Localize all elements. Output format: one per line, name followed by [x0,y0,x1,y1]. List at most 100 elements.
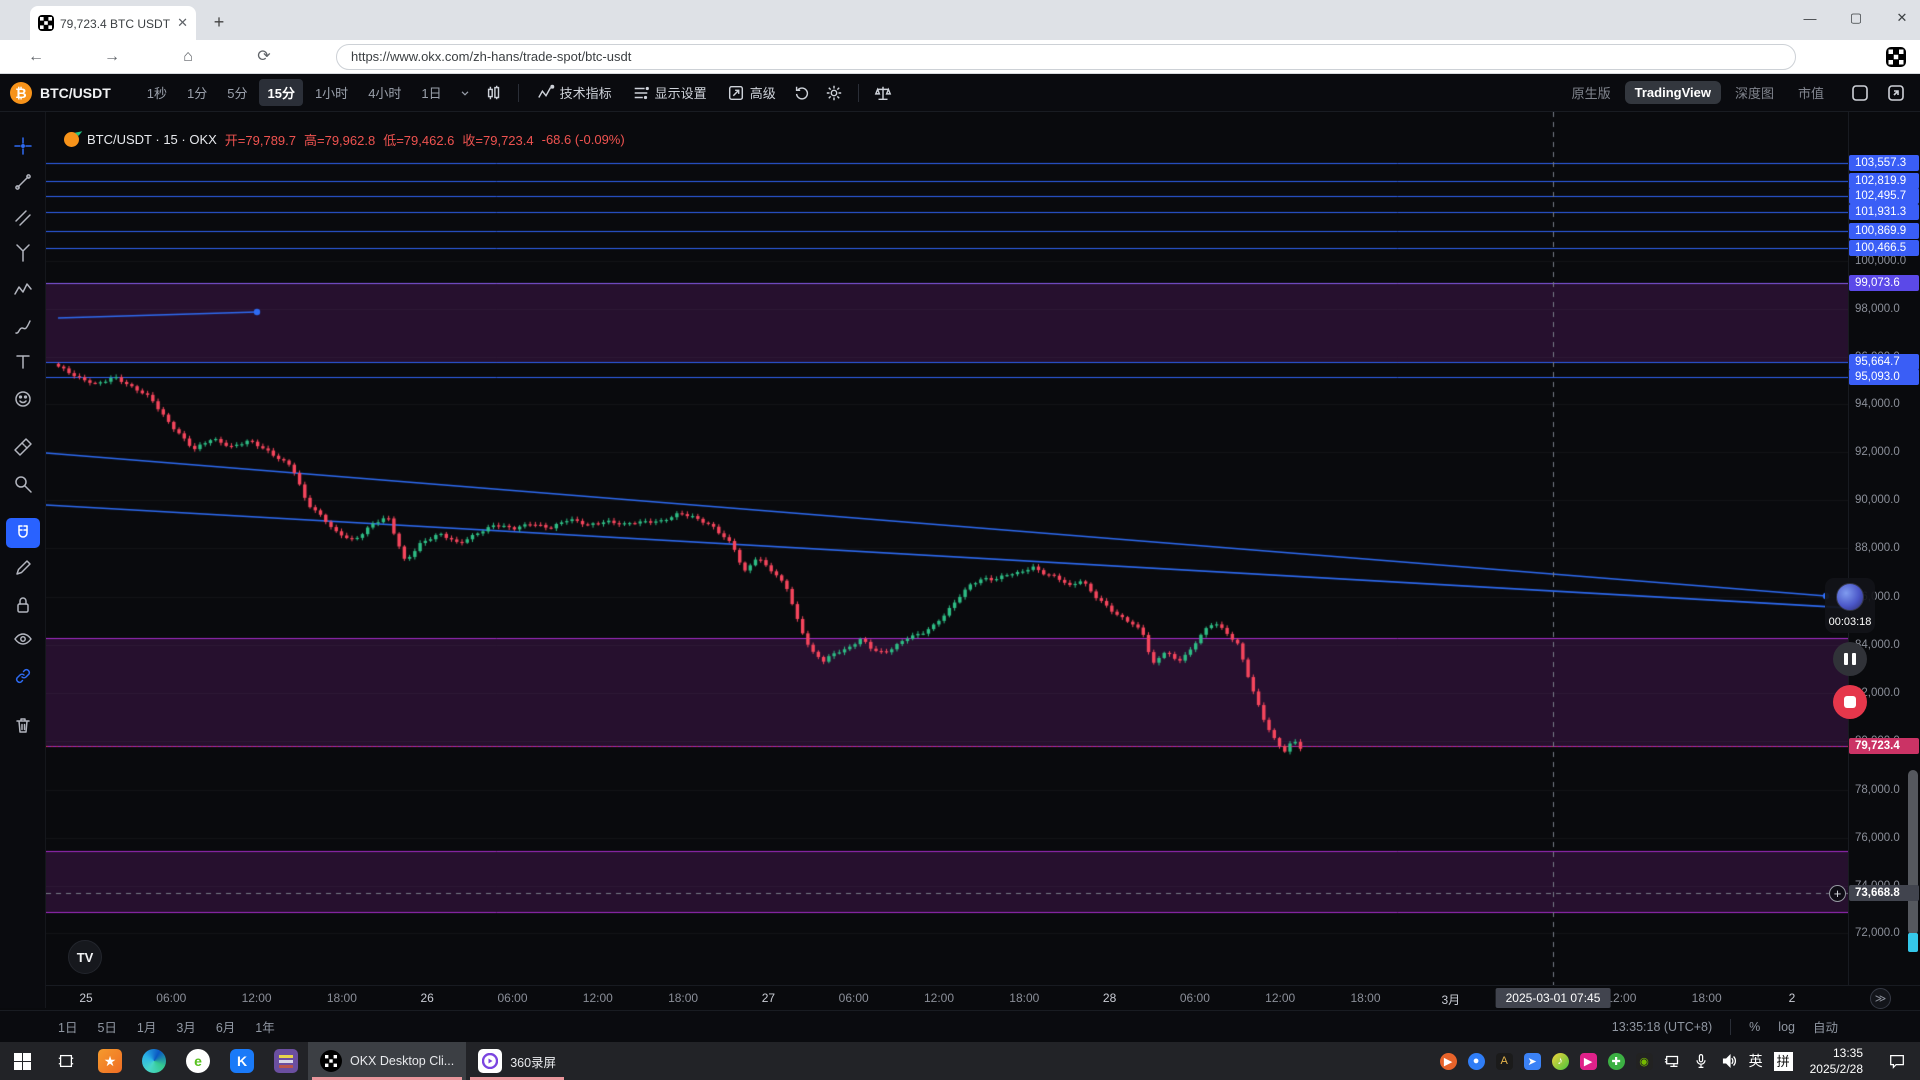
range-button-1月[interactable]: 1月 [137,1017,156,1036]
time-axis-label[interactable]: 18:00 [668,991,698,1005]
time-axis-label[interactable]: 06:00 [497,991,527,1005]
action-center-icon[interactable] [1888,1052,1906,1070]
price-gridline-label[interactable]: 90,000.0 [1849,492,1919,508]
time-axis-label[interactable]: 06:00 [839,991,869,1005]
price-level-badge[interactable]: 101,931.3 [1849,204,1919,220]
fullscreen-icon[interactable] [1886,83,1906,103]
okx-extension-icon[interactable] [1886,47,1906,67]
tray-app-music[interactable]: ♪ [1552,1053,1569,1070]
time-axis-label[interactable]: 3月 [1441,991,1460,1008]
tray-app-nvidia[interactable]: ◉ [1636,1053,1653,1070]
task-view-button[interactable] [44,1042,88,1080]
start-button[interactable] [0,1042,44,1080]
recorder-stop-button[interactable] [1833,685,1867,719]
mode-tab-深度图[interactable]: 深度图 [1725,79,1784,106]
indicators-button[interactable]: 技术指标 [537,83,612,102]
time-axis-label[interactable]: 18:00 [1009,991,1039,1005]
window-minimize-button[interactable]: — [1800,11,1820,26]
text-icon[interactable] [6,347,40,377]
time-axis-label[interactable]: 28 [1103,991,1116,1005]
timeframe-button-15分[interactable]: 15分 [259,79,302,106]
price-gridline-label[interactable]: 92,000.0 [1849,444,1919,460]
time-axis-label[interactable]: 26 [421,991,434,1005]
timeframe-button-4小时[interactable]: 4小时 [360,79,409,106]
price-level-badge[interactable]: 102,819.9 [1849,173,1919,189]
time-axis-label[interactable]: 06:00 [156,991,186,1005]
clock-label[interactable]: 13:35:18 (UTC+8) [1612,1020,1712,1034]
parallel-channel-icon[interactable] [6,203,40,233]
tray-app-blue-circle[interactable]: ● [1468,1053,1485,1070]
forward-icon[interactable]: → [100,45,124,69]
ruler-icon[interactable] [6,432,40,462]
advanced-button[interactable]: 高级 [727,83,776,102]
timeframe-button-1日[interactable]: 1日 [413,79,449,106]
back-icon[interactable]: ← [24,45,48,69]
taskbar-app-360browser[interactable]: ★ [88,1042,132,1080]
current-price-badge[interactable]: 79,723.4 [1849,738,1919,754]
window-maximize-button[interactable]: ▢ [1846,10,1866,26]
mode-tab-市值[interactable]: 市值 [1788,79,1834,106]
range-button-1年[interactable]: 1年 [255,1017,274,1036]
home-icon[interactable]: ⌂ [176,45,200,69]
time-axis-label[interactable]: 12:00 [1265,991,1295,1005]
address-input[interactable]: https://www.okx.com/zh-hans/trade-spot/b… [336,44,1796,70]
recorder-camera-thumbnail[interactable] [1836,583,1864,611]
goto-realtime-button[interactable]: ≫ [1870,988,1891,1009]
price-level-badge[interactable]: 103,557.3 [1849,155,1919,171]
price-level-badge[interactable]: 102,495.7 [1849,188,1919,204]
symbol-name[interactable]: BTC/USDT [40,85,111,101]
percent-scale-button[interactable]: % [1749,1020,1760,1034]
crosshair-icon[interactable] [6,131,40,161]
mode-tab-原生版[interactable]: 原生版 [1562,79,1621,106]
browser-tab[interactable]: 79,723.4 BTC USDT 现货交易 | ... ✕ [30,6,196,40]
panel-layout-icon[interactable] [1850,83,1870,103]
eye-icon[interactable] [6,624,40,654]
tray-app-orange[interactable]: ▶ [1440,1053,1457,1070]
timeframe-button-1分[interactable]: 1分 [179,79,215,106]
time-axis-label[interactable]: 06:00 [1180,991,1210,1005]
price-level-badge[interactable]: 100,466.5 [1849,240,1919,256]
time-axis-label[interactable]: 25 [79,991,92,1005]
window-close-button[interactable]: ✕ [1892,10,1912,26]
volume-icon[interactable] [1720,1052,1738,1070]
taskbar-app-okx-desktop[interactable]: OKX Desktop Cli... [308,1042,466,1080]
taskbar-app-winrar[interactable] [264,1042,308,1080]
tray-app-360-safety[interactable]: ✚ [1608,1053,1625,1070]
time-axis-label[interactable]: 12:00 [1606,991,1636,1005]
magnet-icon[interactable] [6,518,40,548]
trash-icon[interactable] [6,710,40,740]
zoom-icon[interactable] [6,469,40,499]
time-axis-label[interactable]: 18:00 [1692,991,1722,1005]
language-indicator[interactable]: 英 [1749,1051,1763,1071]
price-level-badge[interactable]: 100,869.9 [1849,223,1919,239]
time-axis-label[interactable]: 18:00 [1350,991,1380,1005]
range-button-3月[interactable]: 3月 [176,1017,195,1036]
price-level-badge[interactable]: 95,664.7 [1849,354,1919,370]
reload-icon[interactable]: ⟳ [252,45,276,69]
tradingview-logo[interactable]: TV [68,940,102,974]
price-level-badge[interactable]: 95,093.0 [1849,369,1919,385]
taskbar-app-360-recorder[interactable]: 360录屏 [466,1042,568,1080]
tray-app-black-gold[interactable]: A [1496,1053,1513,1070]
price-gridline-label[interactable]: 94,000.0 [1849,396,1919,412]
range-button-6月[interactable]: 6月 [216,1017,235,1036]
time-axis-label[interactable]: 12:00 [924,991,954,1005]
display-settings-button[interactable]: 显示设置 [632,83,707,102]
patterns-icon[interactable] [6,275,40,305]
mode-tab-TradingView[interactable]: TradingView [1625,81,1721,104]
page-scrollbar[interactable] [1908,770,1918,935]
price-gridline-label[interactable]: 98,000.0 [1849,301,1919,317]
taskbar-clock[interactable]: 13:35 2025/2/28 [1810,1045,1863,1077]
lock-icon[interactable] [6,590,40,620]
crosshair-price-badge[interactable]: 73,668.8 [1849,885,1919,901]
auto-scale-button[interactable]: 自动 [1813,1017,1838,1036]
pitchfork-icon[interactable] [6,238,40,268]
compare-scale-icon[interactable] [874,84,892,102]
price-level-badge-purple[interactable]: 99,073.6 [1849,275,1919,291]
time-axis-label[interactable]: 2 [1789,991,1796,1005]
replay-icon[interactable] [793,84,811,102]
timeframe-button-5分[interactable]: 5分 [219,79,255,106]
ime-indicator[interactable]: 拼 [1774,1052,1793,1071]
range-button-1日[interactable]: 1日 [58,1017,77,1036]
taskbar-app-edge[interactable] [132,1042,176,1080]
